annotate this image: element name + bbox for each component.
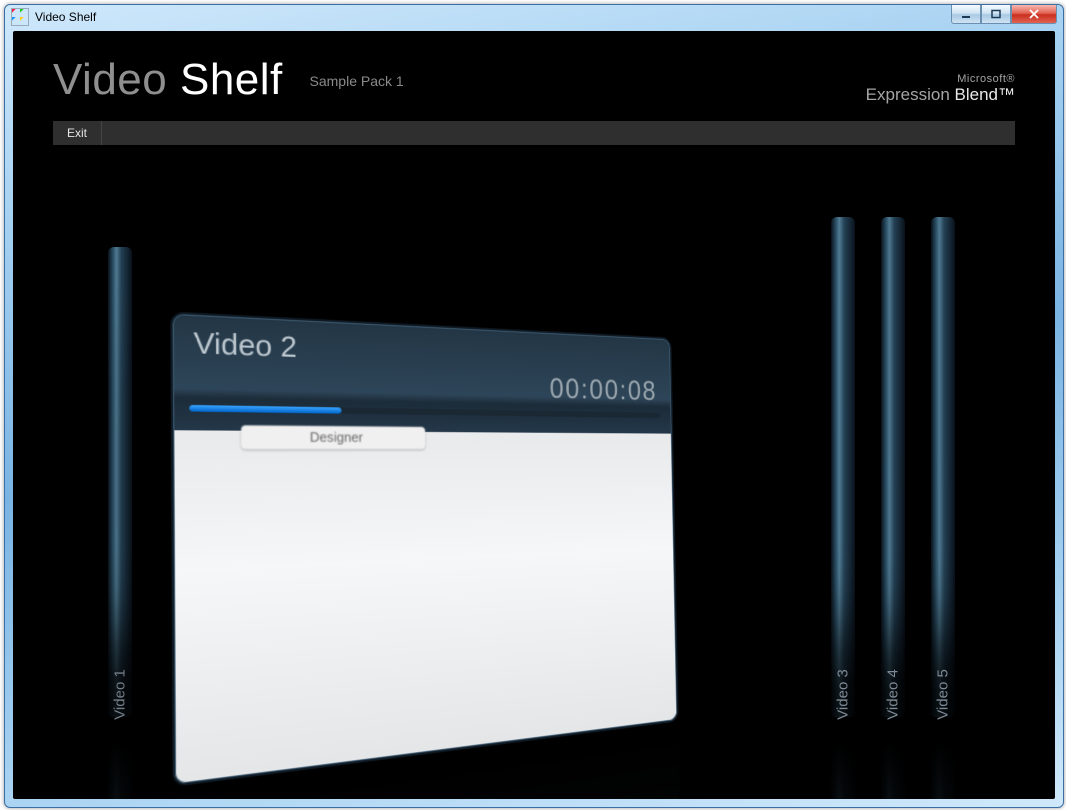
brand-logo-line1: Microsoft® xyxy=(866,73,1015,85)
maximize-button[interactable] xyxy=(981,5,1011,24)
open-video-title: Video 2 xyxy=(193,326,297,365)
app-header: Video Shelf Sample Pack 1 Microsoft® Exp… xyxy=(53,55,1015,105)
spine-label: Video 4 xyxy=(885,669,902,720)
spine-label: Video 1 xyxy=(112,669,129,720)
close-button[interactable] xyxy=(1011,5,1057,24)
app-name-second: Shelf xyxy=(180,55,283,104)
video-shelf-stage: Video 1 Video 2 00:00:08 Designer Video … xyxy=(13,161,1055,799)
video-thumbnail-chip: Designer xyxy=(241,425,425,449)
video-spine-1[interactable]: Video 1 xyxy=(108,247,132,717)
window-title: Video Shelf xyxy=(35,10,96,24)
app-icon xyxy=(11,8,29,26)
exit-menu-item[interactable]: Exit xyxy=(53,121,102,145)
video-spine-5[interactable]: Video 5 xyxy=(931,217,955,717)
app-window: Video Shelf Video Shelf Sample Pack 1 xyxy=(4,4,1064,808)
minimize-button[interactable] xyxy=(951,5,981,24)
video-progress[interactable] xyxy=(189,405,660,418)
menubar: Exit xyxy=(53,121,1015,145)
brand-logo: Microsoft® Expression Blend™ xyxy=(866,73,1015,105)
open-video-card[interactable]: Video 2 00:00:08 Designer xyxy=(170,311,678,787)
brand-logo-line2b: Blend™ xyxy=(955,85,1015,104)
open-video-timecode: 00:00:08 xyxy=(549,373,657,407)
spine-label: Video 3 xyxy=(835,669,852,720)
video-progress-fill xyxy=(189,405,341,414)
titlebar[interactable]: Video Shelf xyxy=(5,5,1063,29)
brand-logo-line2a: Expression xyxy=(866,85,950,104)
app-name: Video Shelf Sample Pack 1 xyxy=(53,55,404,105)
app-name-first: Video xyxy=(53,55,167,104)
spine-label: Video 5 xyxy=(935,669,952,720)
client-area: Video Shelf Sample Pack 1 Microsoft® Exp… xyxy=(13,31,1055,799)
video-spine-4[interactable]: Video 4 xyxy=(881,217,905,717)
video-spine-3[interactable]: Video 3 xyxy=(831,217,855,717)
app-subtitle: Sample Pack 1 xyxy=(310,73,404,89)
